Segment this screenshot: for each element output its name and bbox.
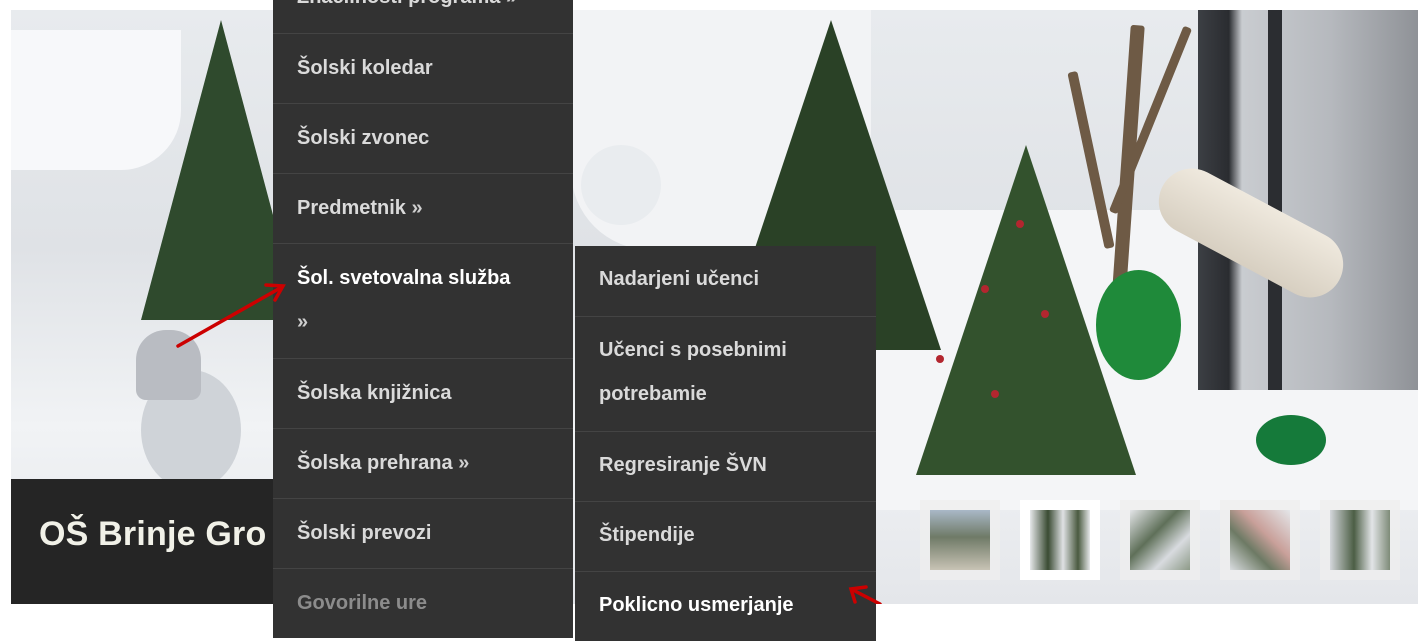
submenu-item-stipendije[interactable]: Štipendije	[575, 501, 876, 571]
menu-item-label: Štipendije	[599, 524, 695, 546]
submenu-item-ucenci-s-posebnimi-potrebami[interactable]: Učenci s posebnimi potrebamie	[575, 316, 876, 431]
menu-item-solska-knjiznica[interactable]: Šolska knjižnica	[273, 358, 573, 428]
menu-item-label: Regresiranje ŠVN	[599, 454, 767, 476]
menu-item-label: Šolski koledar	[297, 57, 433, 79]
menu-item-label: Šolska prehrana »	[297, 452, 470, 474]
menu-item-label: Predmetnik »	[297, 197, 423, 219]
slide-title: OŠ Brinje Gro	[39, 515, 267, 553]
thumbnail-1[interactable]	[920, 500, 1000, 580]
menu-item-solski-prevozi[interactable]: Šolski prevozi	[273, 498, 573, 568]
menu-item-label: Šolski prevozi	[297, 522, 432, 544]
thumbnail-3[interactable]	[1120, 500, 1200, 580]
menu-item-label: Šol. svetovalna služba»	[297, 267, 511, 333]
menu-item-svetovalna-sluzba[interactable]: Šol. svetovalna služba»	[273, 243, 573, 358]
menu-item-label: Šolska knjižnica	[297, 382, 452, 404]
menu-item-label: Značilnosti programa »	[297, 0, 517, 8]
thumbnail-4[interactable]	[1220, 500, 1300, 580]
menu-item-solski-koledar[interactable]: Šolski koledar	[273, 33, 573, 103]
menu-item-label: Govorilne ure	[297, 592, 428, 614]
menu-item-govorilne-ure[interactable]: Govorilne ure	[273, 568, 573, 638]
menu-item-label: Učenci s posebnimi potrebamie	[599, 339, 787, 405]
thumbnail-2[interactable]	[1020, 500, 1100, 580]
submenu-item-regresiranje-svn[interactable]: Regresiranje ŠVN	[575, 431, 876, 501]
menu-item-znacilnosti-programa[interactable]: Značilnosti programa »	[273, 0, 573, 33]
menu-item-predmetnik[interactable]: Predmetnik »	[273, 173, 573, 243]
submenu-item-poklicno-usmerjanje[interactable]: Poklicno usmerjanje	[575, 571, 876, 641]
dropdown-submenu-svetovalna-sluzba: Nadarjeni učenci Učenci s posebnimi potr…	[575, 246, 876, 641]
menu-item-label: Šolski zvonec	[297, 127, 430, 149]
menu-item-label: Nadarjeni učenci	[599, 268, 760, 290]
menu-item-solska-prehrana[interactable]: Šolska prehrana »	[273, 428, 573, 498]
menu-item-solski-zvonec[interactable]: Šolski zvonec	[273, 103, 573, 173]
thumbnail-5[interactable]	[1320, 500, 1400, 580]
dropdown-menu-primary: Značilnosti programa » Šolski koledar Šo…	[273, 0, 573, 638]
menu-item-label: Poklicno usmerjanje	[599, 594, 794, 616]
submenu-item-nadarjeni-ucenci[interactable]: Nadarjeni učenci	[575, 246, 876, 316]
